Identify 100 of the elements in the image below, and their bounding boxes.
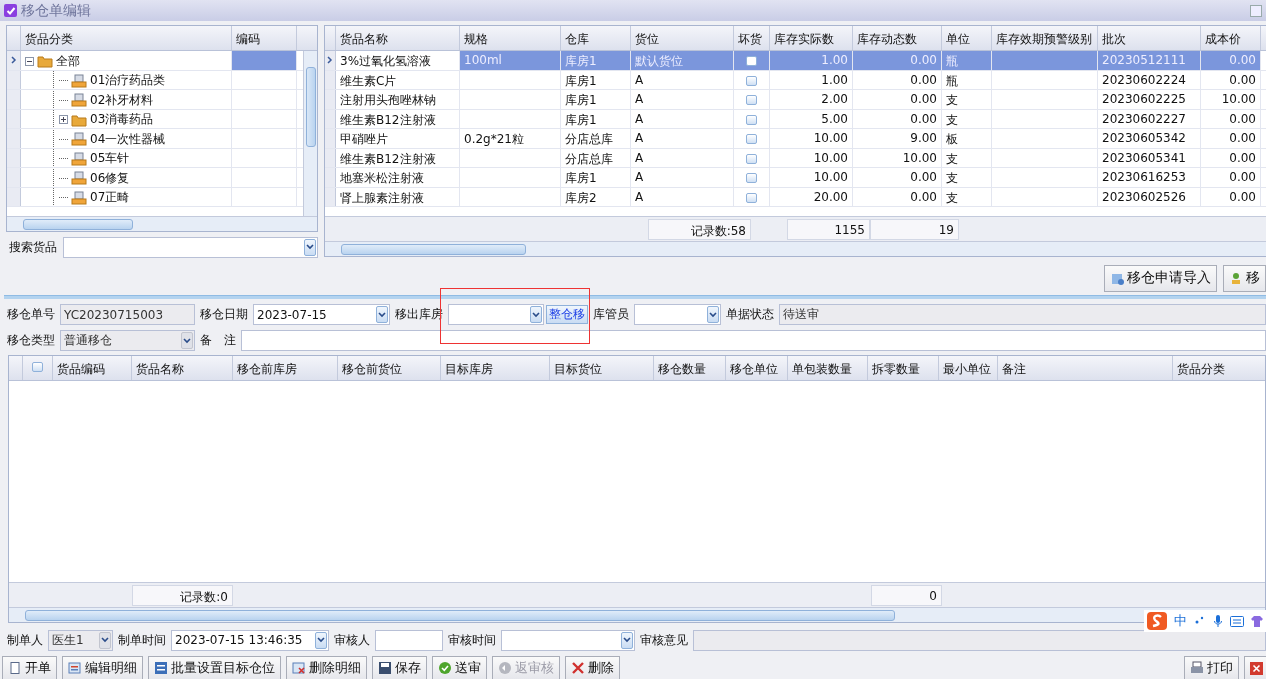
table-cell: 0.00 [853,187,942,206]
toolbar-button[interactable]: 移仓申请导入 [1104,264,1217,292]
table-cell: 瓶 [942,51,992,70]
table-cell: A [631,109,734,128]
table-cell: A [631,187,734,206]
whole-move-button[interactable]: 整仓移 [546,305,588,324]
field-label: 备 注 [199,332,237,349]
column-header[interactable]: 成本价 [1201,26,1261,50]
toolbar-button[interactable]: 送审 [432,656,487,679]
input-mode-toggle[interactable]: 中 [1174,612,1187,630]
column-header[interactable]: 移仓数量 [654,356,726,380]
column-header[interactable]: 坏货 [734,26,770,50]
table-cell: 0.00 [1201,51,1261,70]
column-header[interactable]: 移仓前库房 [233,356,338,380]
table-cell: 10.00 [853,148,942,167]
toolbar-button[interactable]: 编辑明细 [62,656,143,679]
table-cell: 0.00 [853,168,942,187]
column-header[interactable]: 库存效期预警级别 [992,26,1098,50]
text-field[interactable]: YC20230715003 [60,304,195,325]
table-cell: 0.00 [1201,70,1261,89]
column-header[interactable]: 库存动态数 [853,26,942,50]
table-cell: 10.00 [770,129,853,148]
table-cell: 库房1 [561,51,631,70]
window-title: 移仓单编辑 [21,1,91,20]
column-header[interactable]: 拆零数量 [868,356,939,380]
table-cell: 20230512111 [1098,51,1201,70]
tree-item[interactable]: 05车针 [90,150,130,167]
table-cell: 支 [942,187,992,206]
print-button[interactable]: 打印 [1184,656,1239,679]
toolbar-button[interactable]: 删除 [565,656,620,679]
column-header[interactable]: 批次 [1098,26,1201,50]
table-cell: 20.00 [770,187,853,206]
toolbar-button[interactable]: 批量设置目标仓位 [148,656,281,679]
toolbar-button[interactable]: 移 [1223,264,1266,292]
column-header[interactable]: 目标库房 [441,356,550,380]
tree-item[interactable]: 07正畸 [90,189,130,206]
column-header[interactable]: 备注 [998,356,1173,380]
table-cell: 20230602224 [1098,70,1201,89]
table-cell: A [631,148,734,167]
tree-item[interactable]: 06修复 [90,169,130,187]
field-label: 移仓单号 [6,306,56,323]
record-count: 记录数:58 [648,219,751,240]
table-cell: 0.00 [1201,129,1261,148]
table-cell: 库房2 [561,187,631,206]
total-value: 1155 [787,219,870,240]
table-cell: 20230605341 [1098,148,1201,167]
table-cell: 支 [942,90,992,109]
tree-item[interactable]: 全部 [56,52,80,70]
toolbar-button[interactable]: 开单 [2,656,57,679]
table-cell: 0.00 [853,109,942,128]
total-value: 0 [871,585,942,606]
column-header[interactable]: 规格 [460,26,561,50]
dropdown-field[interactable]: 2023-07-15 [253,304,390,325]
tree-item[interactable]: 03消毒药品 [90,111,154,128]
column-header[interactable]: 单位 [942,26,992,50]
column-header[interactable]: 移仓单位 [726,356,788,380]
field-label: 审核时间 [447,631,497,649]
table-cell: 0.00 [1201,109,1261,128]
table-cell: A [631,70,734,89]
toolbar-button[interactable]: 删除明细 [286,656,367,679]
field-label: 移仓类型 [6,332,56,349]
table-cell: 默认货位 [631,51,734,70]
text-field[interactable]: 待送审 [779,304,1266,325]
column-header[interactable]: 目标货位 [550,356,654,380]
column-header[interactable]: 移仓前货位 [338,356,441,380]
column-header[interactable]: 货位 [631,26,734,50]
column-header[interactable]: 编码 [232,26,297,50]
table-cell: 瓶 [942,70,992,89]
field-label: 制单人 [6,631,44,649]
column-header[interactable]: 最小单位 [939,356,998,380]
table-cell: 支 [942,168,992,187]
column-header[interactable]: 货品名称 [132,356,233,380]
column-header[interactable]: 单包装数量 [788,356,868,380]
column-header[interactable]: 货品编码 [53,356,132,380]
tree-item[interactable]: 04一次性器械 [90,130,166,148]
table-cell: 分店总库 [561,148,631,167]
table-cell: 地塞米松注射液 [336,168,460,187]
column-header[interactable]: 仓库 [561,26,631,50]
table-cell: 0.00 [853,70,942,89]
table-cell: 10.00 [770,168,853,187]
field-label: 搜索货品 [8,238,58,256]
table-cell: 0.00 [853,90,942,109]
table-cell: 5.00 [770,109,853,128]
table-cell: 0.00 [853,51,942,70]
dropdown-field[interactable]: 普通移仓 [60,330,195,351]
tree-item[interactable]: 01治疗药品类 [90,72,166,89]
column-header[interactable]: 货品分类 [21,26,232,50]
table-cell: 甲硝唑片 [336,129,460,148]
table-cell: 分店总库 [561,129,631,148]
table-cell: A [631,168,734,187]
table-cell: 库房1 [561,109,631,128]
table-cell: 0.00 [1201,168,1261,187]
column-header[interactable]: 货品分类 [1173,356,1265,380]
dropdown-field[interactable]: 2023-07-15 13:46:35 [171,629,329,651]
toolbar-button[interactable]: 保存 [372,656,427,679]
dropdown-field[interactable]: 医生1 [48,629,113,651]
column-header[interactable]: 货品名称 [336,26,460,50]
column-header[interactable]: 库存实际数 [770,26,853,50]
tree-item[interactable]: 02补牙材料 [90,91,154,109]
table-cell: 库房1 [561,168,631,187]
